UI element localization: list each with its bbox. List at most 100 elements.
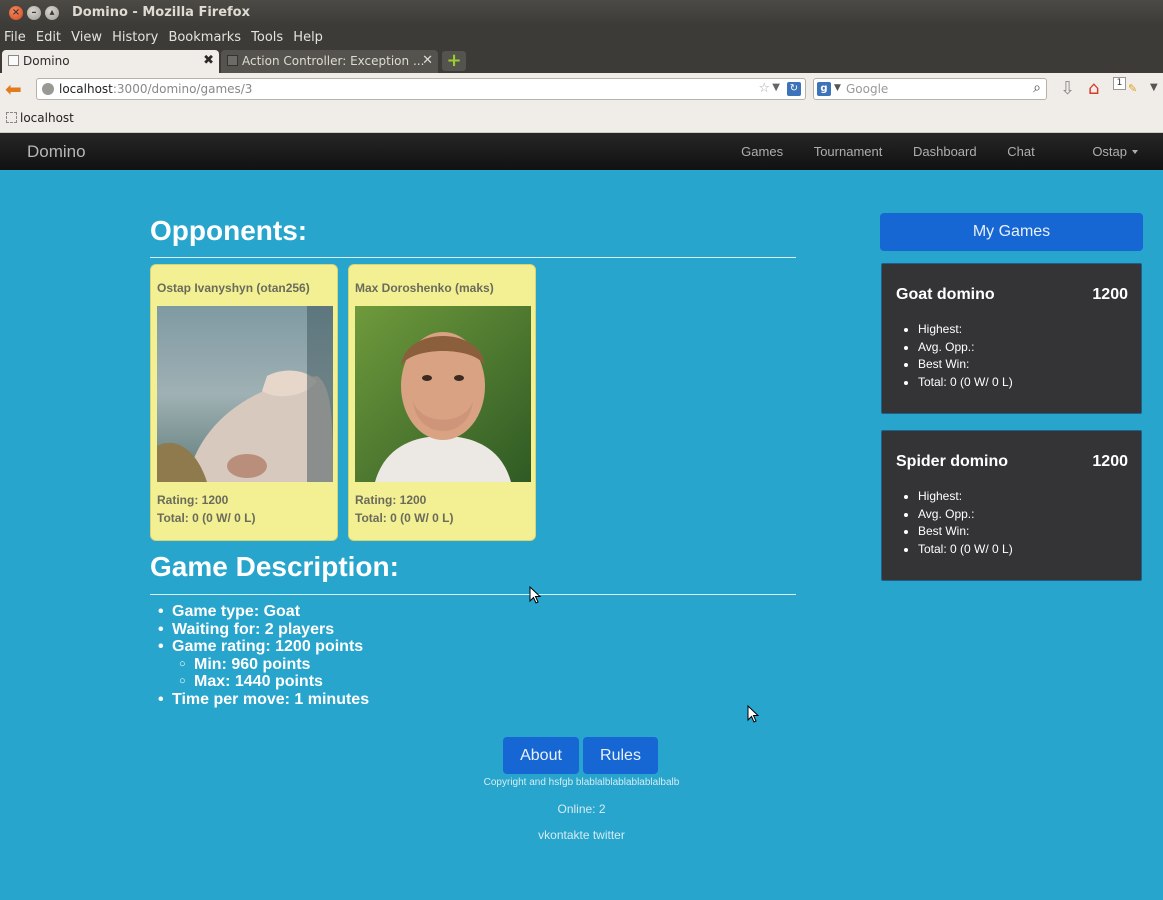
url-path: :3000/domino/games/3 xyxy=(112,82,253,96)
opponent-name[interactable]: Max Doroshenko (maks) xyxy=(355,281,494,295)
menu-history[interactable]: History xyxy=(112,27,158,45)
caret-down-icon xyxy=(1132,150,1138,154)
reload-icon[interactable]: ↻ xyxy=(787,82,801,96)
site-nav: Games Tournament Dashboard Chat Ostap xyxy=(714,144,1138,159)
copyright-text: Copyright and hsfgb blablalblablablablal… xyxy=(483,777,680,788)
opponent-total: Total: 0 (0 W/ 0 L) xyxy=(355,511,454,525)
opponent-name[interactable]: Ostap Ivanyshyn (otan256) xyxy=(157,281,310,295)
nav-user-menu[interactable]: Ostap xyxy=(1065,144,1138,159)
tab-label: Domino xyxy=(23,54,70,68)
stat-avg-opp: Avg. Opp.: xyxy=(918,506,1013,524)
nav-dashboard[interactable]: Dashboard xyxy=(913,144,977,159)
opponent-photo xyxy=(355,306,531,482)
back-arrow-icon[interactable]: ⬅ xyxy=(5,78,27,100)
extension-icon[interactable]: ✎ xyxy=(1128,82,1137,95)
nav-games[interactable]: Games xyxy=(741,144,783,159)
search-field[interactable]: g ▼ Google ⌕ xyxy=(813,78,1047,100)
browser-toolbar: ⬅ localhost:3000/domino/games/3 ☆ ▼ ↻ g … xyxy=(0,73,1163,105)
search-icon[interactable]: ⌕ xyxy=(1033,80,1041,96)
list-item: Time per move: 1 minutes xyxy=(158,691,369,709)
tab-close-icon[interactable]: ✖ xyxy=(203,53,214,68)
site-brand[interactable]: Domino xyxy=(27,142,86,162)
game-score: 1200 xyxy=(1092,286,1128,303)
bookmark-label: localhost xyxy=(20,111,74,125)
search-engine-dropdown-icon[interactable]: ▼ xyxy=(834,83,841,93)
stat-highest: Highest: xyxy=(918,321,1013,339)
game-score: 1200 xyxy=(1092,453,1128,470)
page-icon xyxy=(6,112,17,123)
site-navbar: Domino Games Tournament Dashboard Chat O… xyxy=(0,133,1163,170)
list-item: Waiting for: 2 players xyxy=(158,621,369,639)
tab-close-icon[interactable]: ✕ xyxy=(422,53,433,68)
divider xyxy=(150,257,796,258)
tab-exception[interactable]: Action Controller: Exception ... ✕ xyxy=(221,50,438,73)
stat-total: Total: 0 (0 W/ 0 L) xyxy=(918,541,1013,559)
opponent-card: Ostap Ivanyshyn (otan256) Rating: 1200 T… xyxy=(150,264,338,541)
mouse-cursor-icon xyxy=(747,705,759,723)
game-stats-box: Spider domino 1200 Highest: Avg. Opp.: B… xyxy=(881,430,1142,581)
window-minimize-button[interactable]: – xyxy=(27,6,41,20)
download-icon[interactable]: ⇩ xyxy=(1060,78,1075,99)
bookmarks-bar: localhost xyxy=(0,105,1163,133)
stat-best-win: Best Win: xyxy=(918,356,1013,374)
menu-tools[interactable]: Tools xyxy=(251,27,283,45)
notification-badge[interactable]: 1 xyxy=(1113,77,1126,90)
rules-button[interactable]: Rules xyxy=(583,737,658,774)
game-description-heading: Game Description: xyxy=(150,551,399,582)
search-placeholder: Google xyxy=(846,82,889,96)
window-maximize-button[interactable]: ▴ xyxy=(45,6,59,20)
menu-bookmarks[interactable]: Bookmarks xyxy=(168,27,241,45)
window-title: Domino - Mozilla Firefox xyxy=(72,5,250,20)
nav-chat[interactable]: Chat xyxy=(1007,144,1034,159)
opponent-photo xyxy=(157,306,333,482)
tab-strip: Domino ✖ Action Controller: Exception ..… xyxy=(0,48,1163,73)
game-title: Spider domino xyxy=(896,453,1008,470)
divider xyxy=(150,594,796,595)
opponent-rating: Rating: 1200 xyxy=(157,493,229,507)
game-description-list: Game type: Goat Waiting for: 2 players G… xyxy=(158,603,369,709)
rating-label: Game rating: 1200 points xyxy=(172,638,364,656)
online-count: Online: 2 xyxy=(557,802,606,816)
tab-domino[interactable]: Domino ✖ xyxy=(2,50,219,73)
my-games-button[interactable]: My Games xyxy=(880,213,1143,251)
menu-edit[interactable]: Edit xyxy=(36,27,61,45)
menu-help[interactable]: Help xyxy=(293,27,323,45)
url-bar[interactable]: localhost:3000/domino/games/3 ☆ ▼ ↻ xyxy=(36,78,806,100)
nav-tournament[interactable]: Tournament xyxy=(814,144,883,159)
globe-icon xyxy=(42,83,54,95)
list-item: Game type: Goat xyxy=(158,603,369,621)
new-tab-button[interactable]: + xyxy=(442,51,466,71)
stat-best-win: Best Win: xyxy=(918,523,1013,541)
list-item: Max: 1440 points xyxy=(158,673,369,691)
list-item: Game rating: 1200 points xyxy=(158,638,369,656)
window-titlebar: × – ▴ Domino - Mozilla Firefox xyxy=(0,0,1163,26)
page-content: Domino Games Tournament Dashboard Chat O… xyxy=(0,133,1163,900)
game-stats-box: Goat domino 1200 Highest: Avg. Opp.: Bes… xyxy=(881,263,1142,414)
opponent-rating: Rating: 1200 xyxy=(355,493,427,507)
home-icon[interactable]: ⌂ xyxy=(1088,78,1099,99)
mouse-cursor-icon xyxy=(529,586,541,604)
social-links[interactable]: vkontakte twitter xyxy=(0,828,1163,842)
stat-total: Total: 0 (0 W/ 0 L) xyxy=(918,374,1013,392)
bookmark-localhost[interactable]: localhost xyxy=(6,111,74,125)
about-button[interactable]: About xyxy=(503,737,579,774)
page-icon xyxy=(8,55,19,66)
opponents-heading: Opponents: xyxy=(150,215,308,246)
game-title: Goat domino xyxy=(896,286,995,303)
tab-label: Action Controller: Exception ... xyxy=(242,54,425,68)
url-dropdown-icon[interactable]: ▼ xyxy=(772,82,780,93)
page-icon xyxy=(227,55,238,66)
list-item: Min: 960 points xyxy=(158,656,369,674)
nav-user-label: Ostap xyxy=(1092,144,1127,159)
stat-avg-opp: Avg. Opp.: xyxy=(918,339,1013,357)
opponent-card: Max Doroshenko (maks) Rating: 1200 Total… xyxy=(348,264,536,541)
menubar: File Edit View History Bookmarks Tools H… xyxy=(0,26,1163,48)
toolbar-menu-arrow-icon[interactable]: ▼ xyxy=(1150,82,1158,93)
window-close-button[interactable]: × xyxy=(9,6,23,20)
menu-file[interactable]: File xyxy=(4,27,26,45)
menu-view[interactable]: View xyxy=(71,27,102,45)
google-icon[interactable]: g xyxy=(817,82,831,96)
stat-highest: Highest: xyxy=(918,488,1013,506)
url-host: localhost xyxy=(59,82,113,96)
bookmark-star-icon[interactable]: ☆ xyxy=(758,81,770,96)
